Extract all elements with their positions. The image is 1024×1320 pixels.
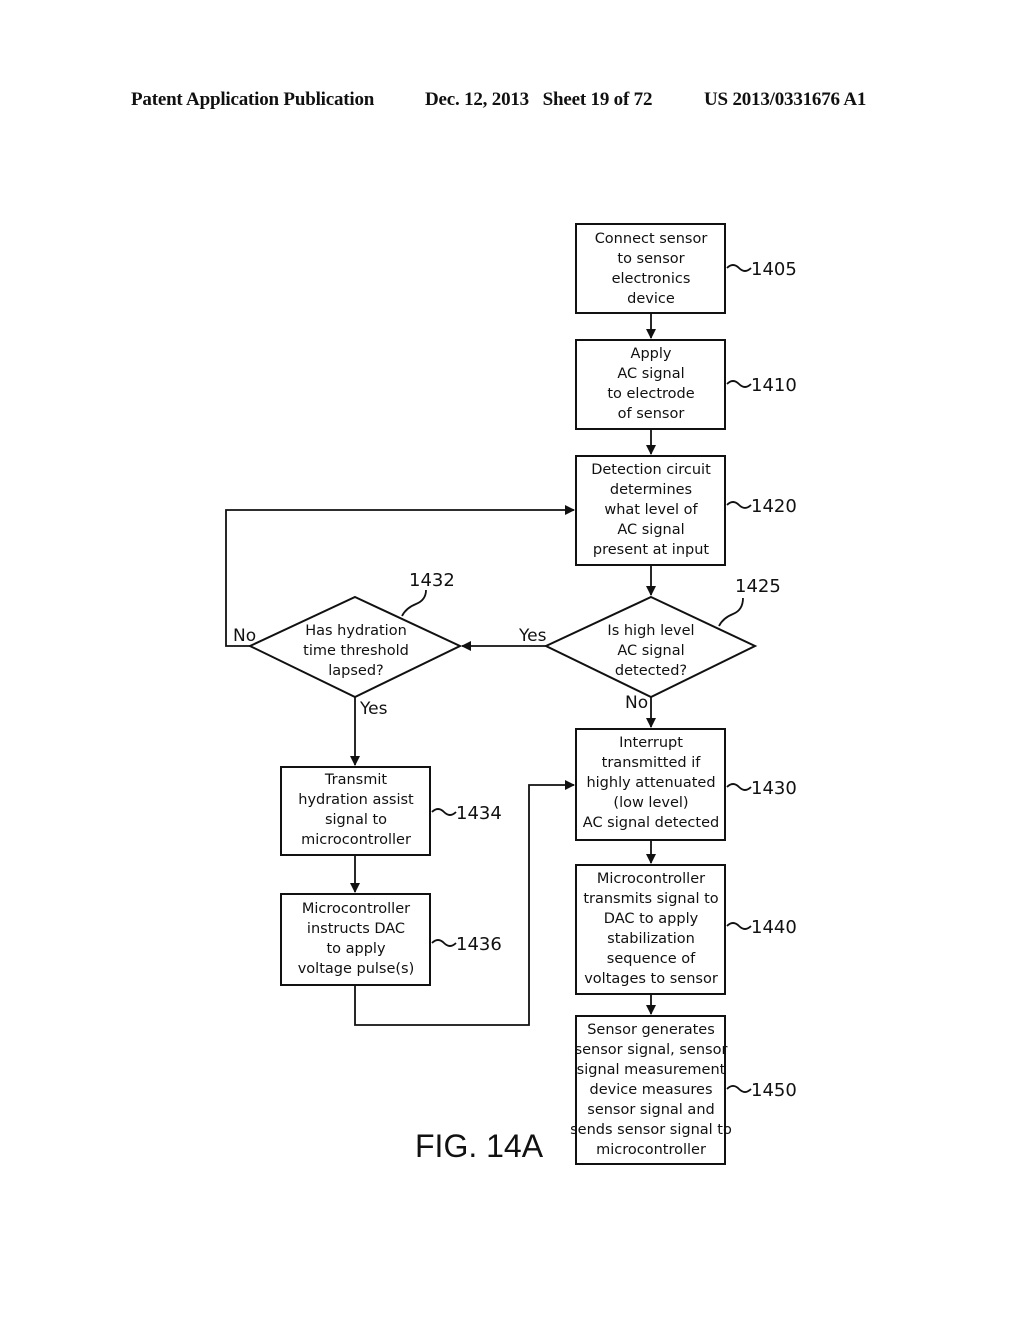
node-text-line: Detection circuit (591, 462, 711, 478)
node-text-line: sequence of (607, 951, 696, 967)
node-text-line: Has hydration (305, 623, 407, 639)
node-text-line: transmitted if (602, 755, 702, 771)
leader-1425 (718, 597, 744, 627)
node-text-line: device measures (589, 1082, 712, 1098)
node-text-line: AC signal (617, 643, 684, 659)
node-1436: Microcontroller instructs DAC to apply volt… (280, 893, 431, 986)
node-text-line: of sensor (618, 406, 685, 422)
leader-1434 (431, 808, 457, 816)
node-text-line: to apply (326, 941, 385, 957)
node-1420: Detection circuit determines what level of… (575, 455, 726, 566)
ref-1425: 1425 (735, 576, 781, 597)
figure-label: FIG. 14A (415, 1128, 544, 1164)
ref-1410: 1410 (751, 375, 797, 396)
edge-label-yes-1432: Yes (359, 699, 388, 719)
node-text-line: Sensor generates (587, 1022, 715, 1038)
leader-1432 (401, 589, 427, 617)
leader-1410 (726, 380, 752, 388)
node-text-line: to electrode (607, 386, 694, 402)
leader-1430 (726, 783, 752, 791)
node-text-line: AC signal detected (583, 815, 719, 831)
node-text-line: detected? (615, 663, 687, 679)
node-text-line: signal to (325, 812, 387, 828)
leader-1436 (431, 939, 457, 947)
node-text-line: stabilization (607, 931, 695, 947)
edge-label-no-1425: No (625, 693, 648, 713)
node-text-line: sends sensor signal to (570, 1122, 732, 1138)
node-text-line: Interrupt (619, 735, 683, 751)
node-text-1425: Is high level AC signal detected? (607, 623, 694, 679)
node-text-line: voltage pulse(s) (298, 961, 415, 977)
node-text-line: (low level) (613, 795, 688, 811)
node-text-1450: Sensor generates sensor signal, sensor sig… (570, 1022, 732, 1158)
node-text-line: Transmit (324, 772, 387, 788)
ref-1405: 1405 (751, 259, 797, 280)
leader-1420 (726, 501, 752, 509)
node-1425-decision: Is high level AC signal detected? (543, 595, 758, 699)
node-text-line: present at input (593, 542, 710, 558)
ref-1450: 1450 (751, 1080, 797, 1101)
node-text-line: hydration assist (298, 792, 414, 808)
node-text-line: Connect sensor (595, 231, 708, 247)
node-text-line: time threshold (303, 643, 409, 659)
node-text-line: voltages to sensor (584, 971, 718, 987)
node-1430: Interrupt transmitted if highly attenuated… (575, 728, 726, 841)
node-text-line: microcontroller (301, 832, 411, 848)
node-1405: Connect sensor to sensor electronics device (575, 223, 726, 314)
leader-1405 (726, 264, 752, 272)
node-text-line: highly attenuated (586, 775, 715, 791)
node-text-line: AC signal (617, 366, 684, 382)
node-1440: Microcontroller transmits signal to DAC to… (575, 864, 726, 995)
node-1410: Apply AC signal to electrode of sensor (575, 339, 726, 430)
edge-label-yes-1425: Yes (518, 626, 547, 646)
node-text-1420: Detection circuit determines what level of… (591, 462, 711, 558)
ref-1440: 1440 (751, 917, 797, 938)
node-text-line: Apply (631, 346, 672, 362)
node-text-line: what level of (604, 502, 698, 518)
edge-label-no-1432: No (233, 626, 256, 646)
node-text-line: Microcontroller (302, 901, 410, 917)
node-text-line: electronics (612, 271, 691, 287)
leader-1450 (726, 1085, 752, 1093)
ref-1432: 1432 (409, 570, 455, 591)
node-text-line: instructs DAC (307, 921, 405, 937)
node-text-line: determines (610, 482, 692, 498)
node-text-line: Microcontroller (597, 871, 705, 887)
ref-1430: 1430 (751, 778, 797, 799)
node-text-line: device (627, 291, 675, 307)
node-text-line: Is high level (607, 623, 694, 639)
ref-1434: 1434 (456, 803, 502, 824)
leader-1440 (726, 922, 752, 930)
node-text-line: lapsed? (328, 663, 384, 679)
node-text-line: transmits signal to (583, 891, 718, 907)
node-text-line: microcontroller (596, 1142, 706, 1158)
node-1434: Transmit hydration assist signal to microco… (280, 766, 431, 856)
ref-1436: 1436 (456, 934, 502, 955)
node-text-line: to sensor (617, 251, 684, 267)
node-text-line: signal measurement (577, 1062, 726, 1078)
ref-1420: 1420 (751, 496, 797, 517)
node-text-line: sensor signal and (587, 1102, 714, 1118)
node-1432-decision: Has hydration time threshold lapsed? (247, 595, 463, 699)
node-text-line: DAC to apply (604, 911, 699, 927)
flowchart: Connect sensor to sensor electronics device… (225, 223, 797, 1165)
node-text-line: AC signal (617, 522, 684, 538)
node-text-line: sensor signal, sensor (575, 1042, 728, 1058)
node-1450: Sensor generates sensor signal, sensor sig… (570, 1015, 732, 1165)
